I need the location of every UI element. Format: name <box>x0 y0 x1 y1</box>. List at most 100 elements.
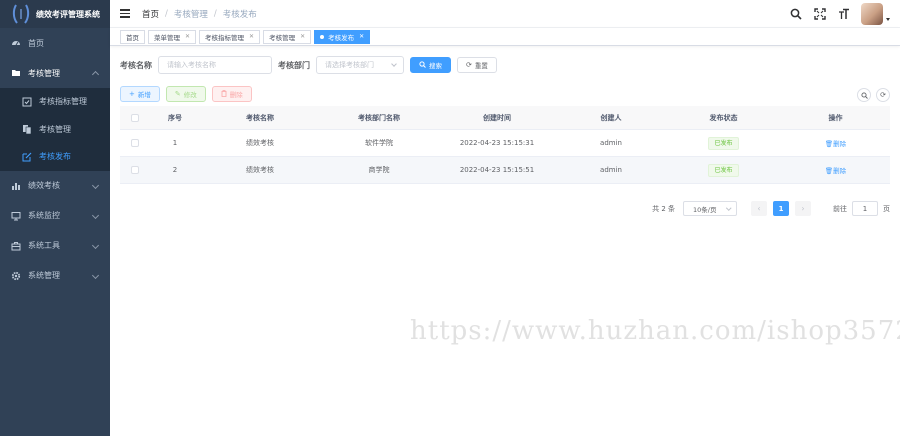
delete-button-label: 删除 <box>229 91 243 99</box>
tags-view: 首页 菜单管理 ✕ 考核指标管理 ✕ 考核管理 ✕ 考核发布 ✕ <box>110 28 900 46</box>
row-checkbox[interactable] <box>131 139 139 147</box>
cell-status: 已发布 <box>666 163 781 177</box>
cell-creator: admin <box>600 166 622 174</box>
tag-assessment-manage[interactable]: 考核管理 ✕ <box>263 29 312 44</box>
delete-button[interactable]: 删除 <box>211 86 252 102</box>
row-delete-label: 删除 <box>833 140 847 148</box>
next-page-button[interactable]: › <box>795 201 811 216</box>
sidebar-item-label: 系统工具 <box>28 241 60 250</box>
tag-indicator-manage[interactable]: 考核指标管理 ✕ <box>199 29 261 44</box>
chevron-down-icon <box>91 181 100 189</box>
toggle-search-button[interactable] <box>857 88 871 102</box>
sidebar: 绩效考评管理系统 首页 考核管理 考核指标管理 考核管理 考核发布 绩效考核 系… <box>0 0 110 436</box>
cell-index: 2 <box>172 166 178 174</box>
sidebar-item-monitor[interactable]: 系统监控 <box>0 201 110 231</box>
chevron-down-icon <box>391 61 397 67</box>
cell-name: 绩效考核 <box>246 139 274 147</box>
column-header: 考核名称 <box>246 113 274 122</box>
status-badge: 已发布 <box>708 163 739 177</box>
close-icon[interactable]: ✕ <box>300 33 305 40</box>
reset-button-label: 重置 <box>474 62 488 70</box>
close-icon[interactable]: ✕ <box>185 33 190 40</box>
avatar[interactable] <box>861 3 883 25</box>
name-input[interactable] <box>167 61 263 69</box>
monitor-icon <box>11 211 21 221</box>
sidebar-item-label: 考核管理 <box>28 68 60 78</box>
toolbar: + 新增 ✎ 修改 删除 <box>120 86 252 102</box>
sidebar-item-home[interactable]: 首页 <box>0 28 110 58</box>
prev-page-button[interactable]: ‹ <box>751 201 767 216</box>
column-header: 发布状态 <box>709 113 738 122</box>
name-input-wrapper <box>158 56 272 74</box>
search-button[interactable]: 搜索 <box>410 57 451 73</box>
reset-button[interactable]: ⟳ 重置 <box>457 57 497 73</box>
goto-suffix: 页 <box>883 204 890 213</box>
fullscreen-icon[interactable] <box>813 7 827 21</box>
select-all-checkbox[interactable] <box>131 113 139 122</box>
tag-assessment-publish[interactable]: 考核发布 ✕ <box>314 29 371 44</box>
row-checkbox[interactable] <box>131 166 139 174</box>
trash-icon: 🗑 <box>824 167 834 175</box>
add-button[interactable]: + 新增 <box>120 86 160 102</box>
logo[interactable]: 绩效考评管理系统 <box>0 0 110 28</box>
refresh-icon: ⟳ <box>880 91 886 99</box>
sidebar-item-system[interactable]: 系统管理 <box>0 261 110 291</box>
cell-name: 绩效考核 <box>246 166 274 174</box>
cell-created: 2022-04-23 15:15:31 <box>459 139 535 147</box>
table-row[interactable]: 2 绩效考核 商学院 2022-04-23 15:15:51 admin 已发布… <box>120 157 890 184</box>
sidebar-item-indicator[interactable]: 考核指标管理 <box>0 88 110 116</box>
edit-icon <box>22 152 32 162</box>
sidebar-item-assessment-publish[interactable]: 考核发布 <box>0 143 110 171</box>
navbar: 首页 / 考核管理 / 考核发布 <box>110 0 900 28</box>
hamburger-icon[interactable] <box>120 7 130 20</box>
tag-label: 菜单管理 <box>154 33 180 42</box>
breadcrumb-home[interactable]: 首页 <box>142 8 159 20</box>
sidebar-item-performance[interactable]: 绩效考核 <box>0 171 110 201</box>
table-header: 序号 考核名称 考核部门名称 创建时间 创建人 发布状态 操作 <box>120 106 890 130</box>
refresh-button[interactable]: ⟳ <box>876 88 890 102</box>
breadcrumb-separator: / <box>213 8 217 19</box>
sidebar-item-assessment[interactable]: 考核管理 <box>0 58 110 88</box>
dept-select[interactable]: 请选择考核部门 <box>316 56 404 74</box>
page-number-current[interactable]: 1 <box>773 201 789 216</box>
tag-menu-manage[interactable]: 菜单管理 ✕ <box>148 29 197 44</box>
tag-label: 首页 <box>126 33 139 42</box>
edit-button[interactable]: ✎ 修改 <box>165 86 206 102</box>
column-header: 创建人 <box>600 113 622 122</box>
gear-icon <box>11 271 21 281</box>
active-dot-icon <box>320 34 325 39</box>
sidebar-item-assessment-manage[interactable]: 考核管理 <box>0 116 110 144</box>
table-row[interactable]: 1 绩效考核 软件学院 2022-04-23 15:15:31 admin 已发… <box>120 130 890 157</box>
close-icon[interactable]: ✕ <box>249 33 254 40</box>
goto-page-input[interactable]: 1 <box>852 201 878 216</box>
sidebar-item-label: 系统管理 <box>28 271 60 280</box>
chevron-down-icon <box>91 241 100 249</box>
toolbox-icon <box>11 241 21 251</box>
font-size-icon[interactable] <box>837 7 851 21</box>
submenu-assessment: 考核指标管理 考核管理 考核发布 <box>0 88 110 171</box>
close-icon[interactable]: ✕ <box>359 33 364 40</box>
search-icon[interactable] <box>789 7 803 21</box>
chevron-down-icon <box>91 211 100 219</box>
row-delete-link[interactable]: 🗑删除 <box>825 167 846 175</box>
row-delete-link[interactable]: 🗑删除 <box>825 140 846 148</box>
tag-home[interactable]: 首页 <box>120 29 145 44</box>
checklist-icon <box>22 97 32 107</box>
page-size-select[interactable]: 10条/页 <box>683 201 737 216</box>
sidebar-item-tools[interactable]: 系统工具 <box>0 231 110 261</box>
column-header: 考核部门名称 <box>358 113 400 122</box>
cell-index: 1 <box>172 139 178 147</box>
cell-operation: 🗑删除 <box>781 138 890 148</box>
pagination-total: 共 2 条 <box>652 204 675 213</box>
search-form: 考核名称 考核部门 请选择考核部门 搜索 ⟳ 重置 <box>120 56 497 74</box>
tag-label: 考核管理 <box>269 33 296 42</box>
dashboard-icon <box>11 38 21 48</box>
logo-icon <box>12 3 30 25</box>
tag-label: 考核指标管理 <box>205 33 245 42</box>
bar-chart-icon <box>11 181 21 191</box>
status-badge: 已发布 <box>708 136 739 150</box>
cell-status: 已发布 <box>666 136 781 150</box>
caret-down-icon[interactable] <box>886 17 890 21</box>
breadcrumb-item: 考核管理 <box>173 9 208 20</box>
document-icon <box>22 124 32 135</box>
